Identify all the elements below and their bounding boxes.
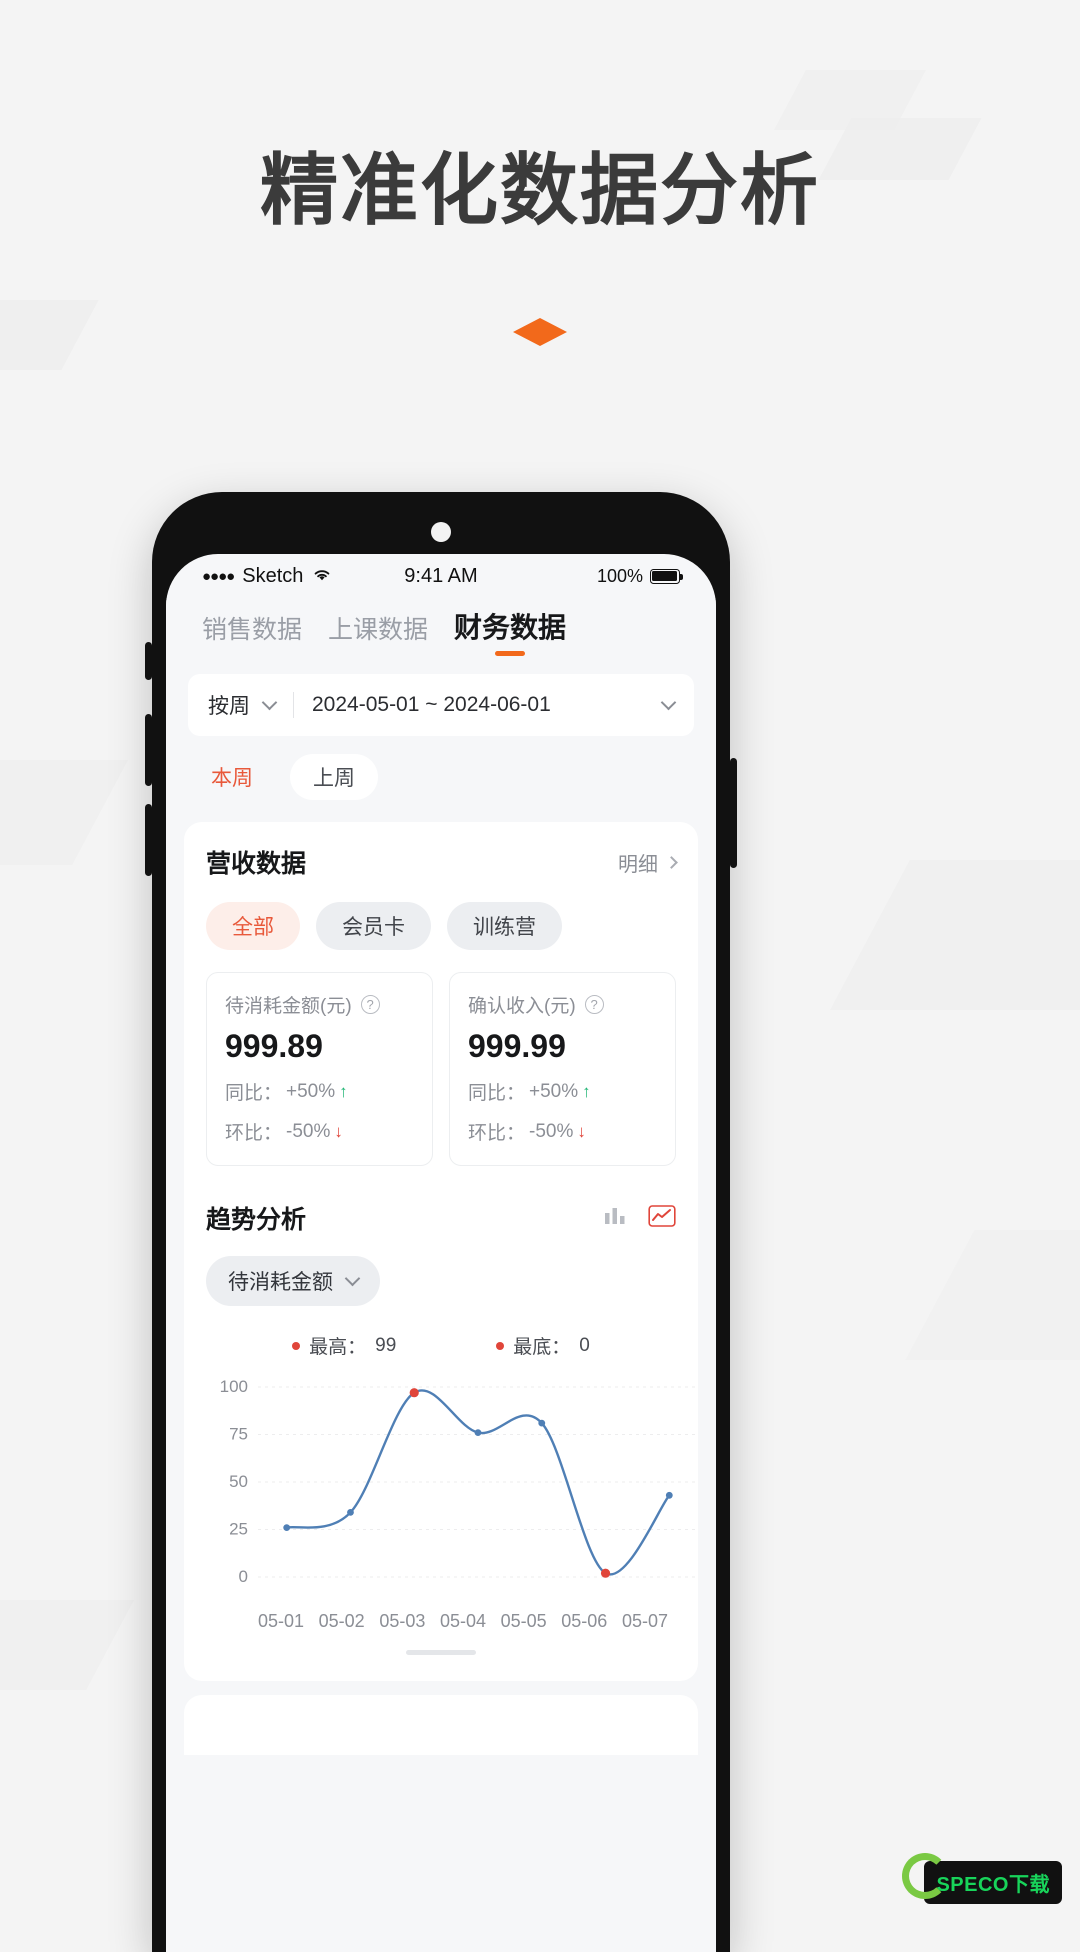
- phone-volume-up-button: [145, 714, 152, 786]
- legend-dot-icon: [496, 1341, 505, 1350]
- legend-max-label: 最高：: [309, 1337, 367, 1358]
- metric-card-pending: 待消耗金额(元) ? 999.89 同比： +50% ↑ 环比： -50% ↓: [206, 972, 433, 1166]
- next-card-stub: [184, 1695, 698, 1755]
- chevron-down-icon: [344, 1270, 361, 1287]
- chip-membership[interactable]: 会员卡: [316, 902, 431, 950]
- metric-value: 999.99: [468, 1028, 566, 1064]
- trend-selector-label: 待消耗金额: [228, 1271, 333, 1294]
- revenue-card-title: 营收数据: [206, 850, 307, 878]
- mom-label: 环比：: [225, 1123, 283, 1144]
- status-bar: ●●●● Sketch 9:41 AM 100%: [166, 554, 716, 598]
- metric-label: 待消耗金额(元): [225, 996, 352, 1017]
- svg-text:100: 100: [220, 1377, 248, 1396]
- detail-label: 明细: [618, 853, 658, 876]
- x-tick-label: 05-06: [561, 1611, 608, 1631]
- tab-sales[interactable]: 销售数据: [202, 610, 302, 658]
- legend-min: 最底： 0: [496, 1332, 590, 1359]
- x-tick-label: 05-07: [621, 1611, 668, 1631]
- chip-bootcamp[interactable]: 训练营: [447, 902, 562, 950]
- svg-text:50: 50: [229, 1472, 248, 1491]
- trend-title: 趋势分析: [206, 1206, 307, 1234]
- wifi-icon: [311, 565, 333, 588]
- divider: [293, 692, 294, 718]
- chevron-down-icon[interactable]: [660, 694, 677, 711]
- phone-power-button: [730, 758, 737, 868]
- x-tick-label: 05-03: [379, 1611, 426, 1631]
- camera-dot-icon: [431, 522, 451, 542]
- yoy-label: 同比：: [225, 1083, 283, 1104]
- bar-chart-icon[interactable]: [602, 1204, 628, 1233]
- chip-all[interactable]: 全部: [206, 902, 300, 950]
- week-toggle-last-week[interactable]: 上周: [290, 754, 378, 800]
- svg-text:0: 0: [239, 1567, 248, 1586]
- svg-text:25: 25: [229, 1520, 248, 1539]
- date-filter-bar[interactable]: 按周 2024-05-01 ~ 2024-06-01: [188, 674, 694, 736]
- revenue-card-header: 营收数据 明细: [206, 844, 678, 880]
- background-shape-6: [905, 1230, 1080, 1360]
- tab-classes[interactable]: 上课数据: [328, 610, 428, 658]
- diamond-divider: [0, 318, 1080, 346]
- help-icon[interactable]: ?: [360, 995, 380, 1014]
- arrow-up-icon: ↑: [582, 1081, 591, 1101]
- chart-x-axis: 05-01 05-02 05-03 05-04 05-05 05-06 05-07: [206, 1605, 676, 1632]
- svg-text:75: 75: [229, 1425, 248, 1444]
- battery-icon: [649, 568, 683, 584]
- date-range-label: 2024-05-01 ~ 2024-06-01: [312, 693, 551, 716]
- trend-metric-selector[interactable]: 待消耗金额: [206, 1256, 380, 1306]
- legend-min-label: 最底：: [513, 1337, 571, 1358]
- carrier-label: Sketch: [242, 564, 304, 587]
- trend-header: 趋势分析: [206, 1200, 676, 1236]
- status-time: 9:41 AM: [404, 564, 478, 587]
- period-type-label: 按周: [208, 695, 250, 718]
- metric-cards: 待消耗金额(元) ? 999.89 同比： +50% ↑ 环比： -50% ↓: [206, 972, 676, 1166]
- watermark: SPECO下载: [902, 1853, 1062, 1904]
- trend-line-chart: 0 25 50 75 100: [206, 1375, 698, 1605]
- arrow-down-icon: ↓: [334, 1121, 343, 1141]
- arrow-down-icon: ↓: [577, 1121, 586, 1141]
- mom-value: -50%: [529, 1120, 574, 1142]
- metric-label: 确认收入(元): [468, 996, 576, 1017]
- tab-bar: 销售数据 上课数据 财务数据: [166, 598, 716, 658]
- background-shape-5: [830, 860, 1080, 1010]
- chevron-down-icon: [261, 694, 278, 711]
- phone-volume-down-button: [145, 804, 152, 876]
- help-icon[interactable]: ?: [584, 995, 604, 1014]
- phone-screen: ●●●● Sketch 9:41 AM 100% 销售数据 上课数据 财务数据 …: [166, 554, 716, 1952]
- revenue-detail-link[interactable]: 明细: [618, 848, 678, 877]
- metric-value: 999.89: [225, 1028, 323, 1064]
- revenue-card: 营收数据 明细 全部 会员卡 训练营 待消耗金额(元) ? 999.89 同比：…: [184, 822, 698, 1681]
- x-tick-label: 05-01: [258, 1611, 305, 1631]
- legend-max: 最高： 99: [292, 1332, 396, 1359]
- phone-mute-button: [145, 642, 152, 680]
- mom-value: -50%: [286, 1120, 331, 1142]
- x-tick-label: 05-04: [439, 1611, 487, 1631]
- phone-mockup: ●●●● Sketch 9:41 AM 100% 销售数据 上课数据 财务数据 …: [145, 492, 737, 1952]
- metric-card-confirmed: 确认收入(元) ? 999.99 同比： +50% ↑ 环比： -50% ↓: [449, 972, 676, 1166]
- yoy-label: 同比：: [468, 1083, 526, 1104]
- mom-label: 环比：: [468, 1123, 526, 1144]
- x-tick-label: 05-02: [318, 1611, 365, 1631]
- chevron-right-icon: [665, 855, 678, 869]
- period-type-selector[interactable]: 按周: [208, 690, 278, 720]
- legend-dot-icon: [292, 1341, 301, 1350]
- week-toggle-group: 本周 上周: [166, 736, 716, 814]
- page-title: 精准化数据分析: [259, 146, 820, 234]
- signal-dots-icon: ●●●●: [202, 567, 235, 585]
- arrow-up-icon: ↑: [339, 1081, 348, 1101]
- line-chart-icon[interactable]: [648, 1204, 676, 1233]
- week-toggle-this-week[interactable]: 本周: [188, 754, 276, 800]
- diamond-icon: [513, 318, 567, 346]
- scroll-indicator[interactable]: [406, 1650, 476, 1655]
- legend-min-value: 0: [579, 1334, 590, 1356]
- chart-legend: 最高： 99 最底： 0: [206, 1332, 676, 1359]
- background-shape-4: [0, 760, 128, 865]
- yoy-value: +50%: [529, 1080, 579, 1102]
- legend-max-value: 99: [375, 1334, 397, 1356]
- battery-percent: 100%: [596, 565, 643, 586]
- revenue-filter-chips: 全部 会员卡 训练营: [206, 902, 676, 950]
- yoy-value: +50%: [286, 1080, 336, 1102]
- tab-finance[interactable]: 财务数据: [454, 606, 566, 658]
- x-tick-label: 05-05: [500, 1611, 547, 1631]
- background-shape-7: [0, 1600, 134, 1690]
